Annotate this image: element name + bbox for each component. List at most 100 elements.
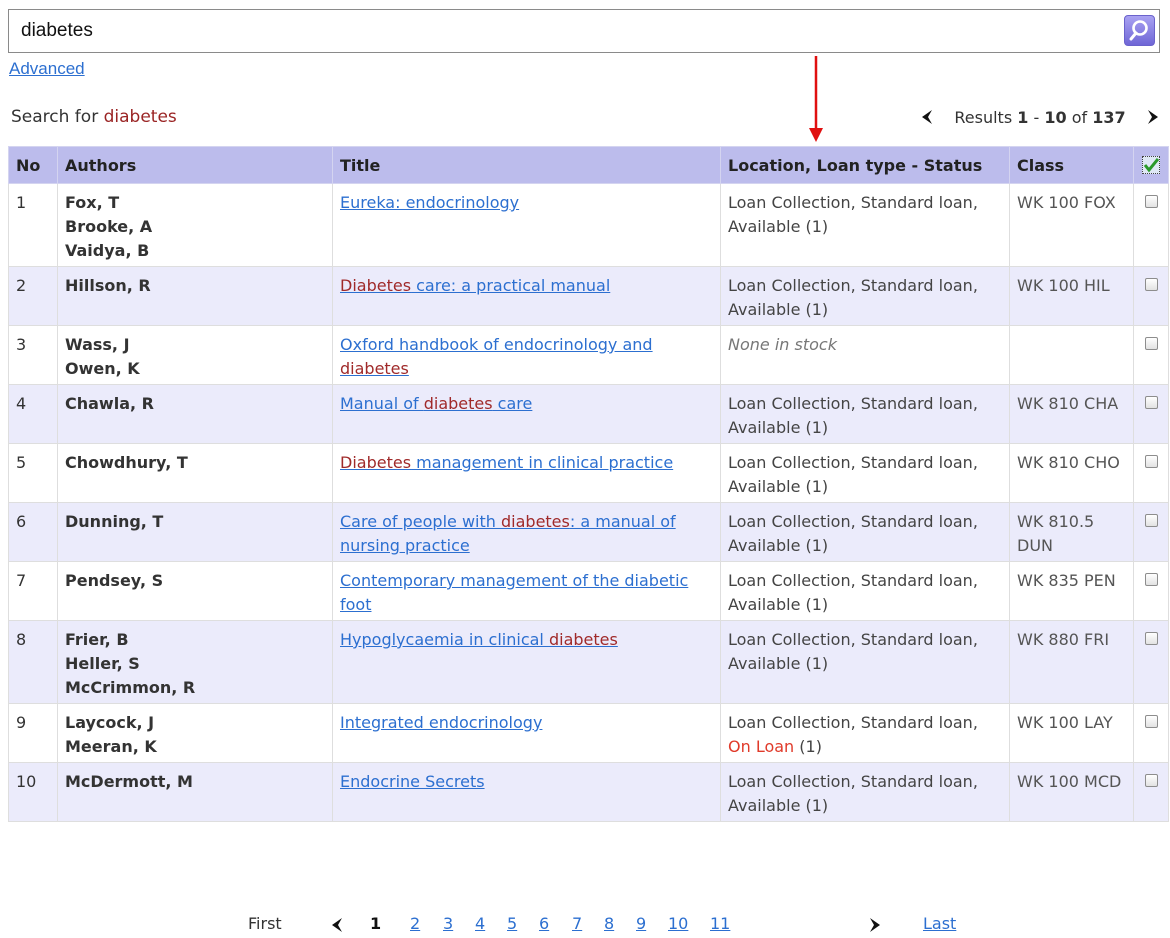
cell-title: Diabetes care: a practical manual <box>332 266 721 326</box>
results-table: No Authors Title Location, Loan type - S… <box>8 146 1169 822</box>
title-link[interactable]: Eureka: endocrinology <box>340 193 519 212</box>
page-link[interactable]: 8 <box>604 914 614 933</box>
cell-no: 3 <box>8 325 58 385</box>
author-name: Dunning, T <box>65 512 164 531</box>
row-checkbox[interactable] <box>1144 455 1158 468</box>
page-link[interactable]: 10 <box>668 914 688 933</box>
row-checkbox[interactable] <box>1144 195 1158 208</box>
prev-page-icon[interactable] <box>920 109 934 129</box>
cell-authors: Frier, B Heller, S McCrimmon, R <box>57 620 333 704</box>
table-row: 4 Chawla, R Manual of diabetes care Loan Co… <box>8 384 1169 444</box>
cell-location-status: Loan Collection, Standard loan, Availabl… <box>720 183 1010 267</box>
cell-select <box>1133 183 1169 267</box>
column-header-class[interactable]: Class <box>1009 146 1134 184</box>
title-link[interactable]: Endocrine Secrets <box>340 772 485 791</box>
cell-select <box>1133 620 1169 704</box>
row-checkbox[interactable] <box>1144 632 1158 645</box>
title-link[interactable]: Diabetes management in clinical practice <box>340 453 673 472</box>
select-all-checkbox[interactable] <box>1142 156 1160 174</box>
cell-location-status: Loan Collection, Standard loan, Availabl… <box>720 762 1010 822</box>
cell-select <box>1133 325 1169 385</box>
location-text: Loan Collection, Standard loan, <box>728 276 978 295</box>
cell-select <box>1133 502 1169 562</box>
row-checkbox[interactable] <box>1144 573 1158 586</box>
page-link[interactable]: 3 <box>443 914 453 933</box>
title-link[interactable]: Oxford handbook of endocrinology and dia… <box>340 335 653 378</box>
pager-next-icon[interactable] <box>868 917 882 937</box>
last-page-link[interactable]: Last <box>923 914 956 933</box>
cell-location-status: Loan Collection, Standard loan, Availabl… <box>720 502 1010 562</box>
author-name: Heller, S <box>65 654 140 673</box>
results-from: 1 <box>1017 108 1029 127</box>
author-name: McCrimmon, R <box>65 678 196 697</box>
cell-no: 7 <box>8 561 58 621</box>
cell-no: 6 <box>8 502 58 562</box>
cell-class: WK 100 FOX <box>1009 183 1134 267</box>
search-button[interactable] <box>1124 15 1155 46</box>
column-header-select <box>1133 146 1169 184</box>
cell-no: 1 <box>8 183 58 267</box>
cell-no: 9 <box>8 703 58 763</box>
search-summary-term: diabetes <box>103 107 177 127</box>
column-header-no[interactable]: No <box>8 146 58 184</box>
table-row: 10 McDermott, M Endocrine Secrets Loan Coll… <box>8 762 1169 822</box>
author-name: Meeran, K <box>65 737 157 756</box>
results-to: 10 <box>1044 108 1067 127</box>
author-name: McDermott, M <box>65 772 193 791</box>
search-summary-prefix: Search for <box>11 107 99 127</box>
author-name: Chowdhury, T <box>65 453 188 472</box>
row-checkbox[interactable] <box>1144 396 1158 409</box>
page-link[interactable]: 6 <box>539 914 549 933</box>
title-link[interactable]: Integrated endocrinology <box>340 713 542 732</box>
status-text: Available <box>728 477 801 496</box>
cell-authors: Wass, J Owen, K <box>57 325 333 385</box>
table-row: 8 Frier, B Heller, S McCrimmon, R Hypoglycae… <box>8 620 1169 704</box>
cell-class: WK 810.5 DUN <box>1009 502 1134 562</box>
title-highlight: diabetes <box>501 512 570 531</box>
advanced-search-link[interactable]: Advanced <box>9 59 85 79</box>
row-checkbox[interactable] <box>1144 774 1158 787</box>
cell-title: Contemporary management of the diabetic … <box>332 561 721 621</box>
table-row: 9 Laycock, J Meeran, K Integrated endocrino… <box>8 703 1169 763</box>
title-text: management in clinical practice <box>411 453 674 472</box>
next-page-icon[interactable] <box>1146 109 1160 129</box>
title-link[interactable]: Diabetes care: a practical manual <box>340 276 610 295</box>
location-text: Loan Collection, Standard loan, <box>728 193 978 212</box>
column-header-location[interactable]: Location, Loan type - Status <box>720 146 1010 184</box>
title-link[interactable]: Care of people with diabetes: a manual o… <box>340 512 676 555</box>
title-link[interactable]: Manual of diabetes care <box>340 394 532 413</box>
page-link[interactable]: 9 <box>636 914 646 933</box>
row-checkbox[interactable] <box>1144 278 1158 291</box>
pager-prev-icon[interactable] <box>330 917 344 937</box>
search-input[interactable] <box>21 18 1121 44</box>
results-navigation: Results 1 - 10 of 137 <box>920 108 1160 129</box>
cell-title: Diabetes management in clinical practice <box>332 443 721 503</box>
status-text: Available <box>728 595 801 614</box>
page-link[interactable]: 11 <box>710 914 730 933</box>
page-link[interactable]: 2 <box>410 914 420 933</box>
title-link[interactable]: Hypoglycaemia in clinical diabetes <box>340 630 618 649</box>
title-highlight: Diabetes <box>340 453 412 472</box>
row-checkbox[interactable] <box>1144 514 1158 527</box>
page-link[interactable]: 5 <box>507 914 517 933</box>
author-name: Owen, K <box>65 359 140 378</box>
cell-title: Oxford handbook of endocrinology and dia… <box>332 325 721 385</box>
cell-authors: Pendsey, S <box>57 561 333 621</box>
row-checkbox[interactable] <box>1144 337 1158 350</box>
table-row: 6 Dunning, T Care of people with diabetes:… <box>8 502 1169 562</box>
title-text: Eureka: endocrinology <box>340 193 520 212</box>
author-name: Fox, T <box>65 193 120 212</box>
column-header-title[interactable]: Title <box>332 146 721 184</box>
copies-count: (1) <box>800 300 829 319</box>
page-link[interactable]: 4 <box>475 914 485 933</box>
cell-authors: Dunning, T <box>57 502 333 562</box>
column-header-authors[interactable]: Authors <box>57 146 333 184</box>
cell-authors: Chawla, R <box>57 384 333 444</box>
page-link[interactable]: 7 <box>572 914 582 933</box>
cell-class: WK 810 CHA <box>1009 384 1134 444</box>
title-link[interactable]: Contemporary management of the diabetic … <box>340 571 688 614</box>
row-checkbox[interactable] <box>1144 715 1158 728</box>
cell-title: Care of people with diabetes: a manual o… <box>332 502 721 562</box>
title-text: Manual of <box>340 394 424 413</box>
cell-authors: Laycock, J Meeran, K <box>57 703 333 763</box>
